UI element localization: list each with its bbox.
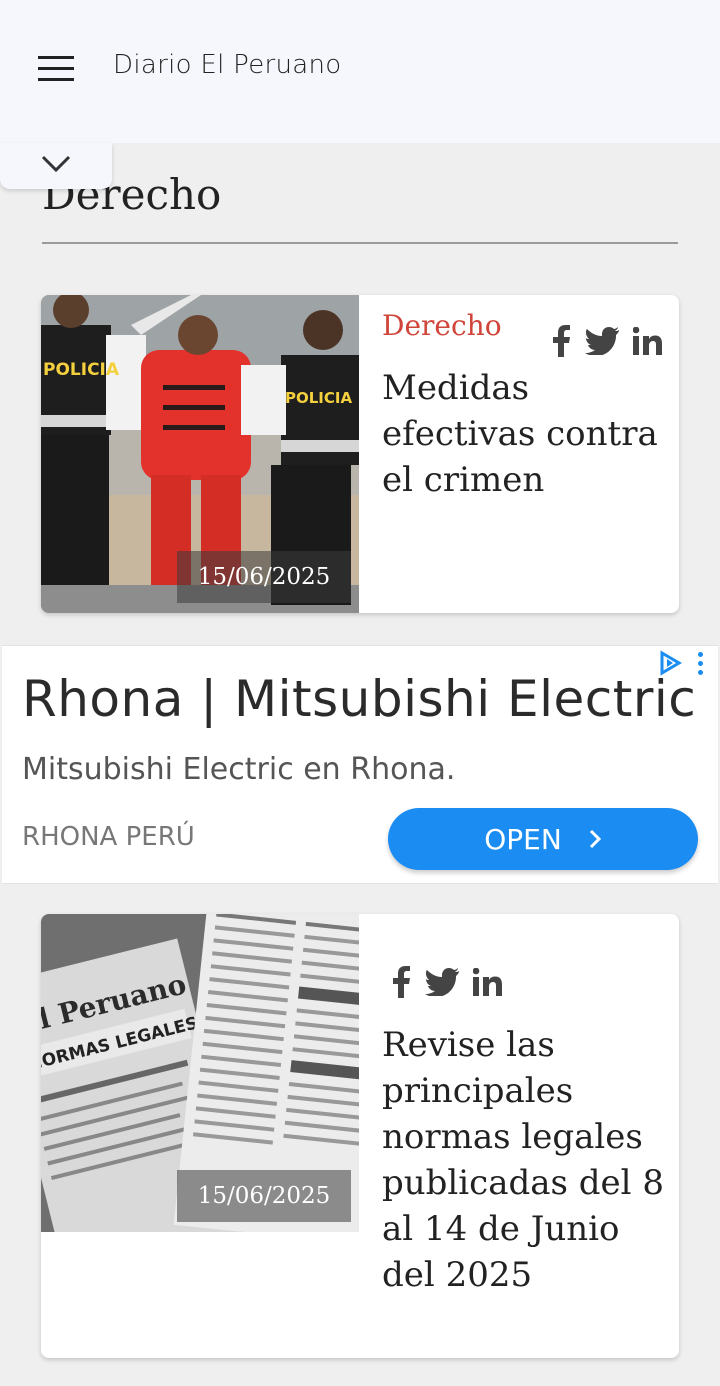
chevron-down-icon bbox=[41, 155, 71, 173]
article-card[interactable]: El Peruano NORMAS LEGALES 15/06/2025 Rev… bbox=[41, 914, 679, 1358]
section-divider bbox=[42, 242, 678, 244]
ad-title[interactable]: Rhona | Mitsubishi Electric bbox=[22, 670, 696, 728]
article-date: 15/06/2025 bbox=[177, 1170, 351, 1222]
twitter-icon[interactable] bbox=[585, 327, 619, 355]
menu-icon[interactable] bbox=[38, 56, 74, 82]
ad-banner[interactable]: Rhona | Mitsubishi Electric Mitsubishi E… bbox=[2, 645, 718, 884]
svg-text:POLICIA: POLICIA bbox=[43, 360, 120, 380]
adchoices-icon[interactable] bbox=[658, 650, 682, 676]
svg-text:POLICIA: POLICIA bbox=[285, 389, 352, 407]
article-thumbnail[interactable]: El Peruano NORMAS LEGALES 15/06/2025 bbox=[41, 914, 359, 1232]
article-card[interactable]: POLICIA POLICIA 15/06/2025 Derecho Medid… bbox=[41, 295, 679, 613]
article-headline[interactable]: Revise las principales normas legales pu… bbox=[382, 1022, 667, 1298]
chevron-right-icon bbox=[589, 829, 601, 849]
facebook-icon[interactable] bbox=[391, 966, 411, 998]
ad-open-label: OPEN bbox=[484, 822, 562, 856]
article-thumbnail[interactable]: POLICIA POLICIA 15/06/2025 bbox=[41, 295, 359, 613]
ad-open-button[interactable]: OPEN bbox=[388, 808, 698, 870]
top-app-bar: Diario El Peruano bbox=[0, 0, 720, 143]
article-category[interactable]: Derecho bbox=[382, 309, 502, 342]
article-date: 15/06/2025 bbox=[177, 551, 351, 603]
ad-options-icon[interactable] bbox=[698, 652, 704, 679]
site-title[interactable]: Diario El Peruano bbox=[113, 50, 342, 80]
linkedin-icon[interactable] bbox=[633, 327, 663, 355]
ad-advertiser: RHONA PERÚ bbox=[22, 822, 195, 852]
article-headline[interactable]: Medidas efectivas contra el crimen bbox=[382, 365, 667, 503]
facebook-icon[interactable] bbox=[551, 325, 571, 357]
twitter-icon[interactable] bbox=[425, 968, 459, 996]
share-icons bbox=[551, 325, 663, 357]
ad-description: Mitsubishi Electric en Rhona. bbox=[22, 752, 456, 787]
collapse-toggle-button[interactable] bbox=[0, 143, 112, 189]
share-icons bbox=[391, 966, 503, 998]
linkedin-icon[interactable] bbox=[473, 968, 503, 996]
